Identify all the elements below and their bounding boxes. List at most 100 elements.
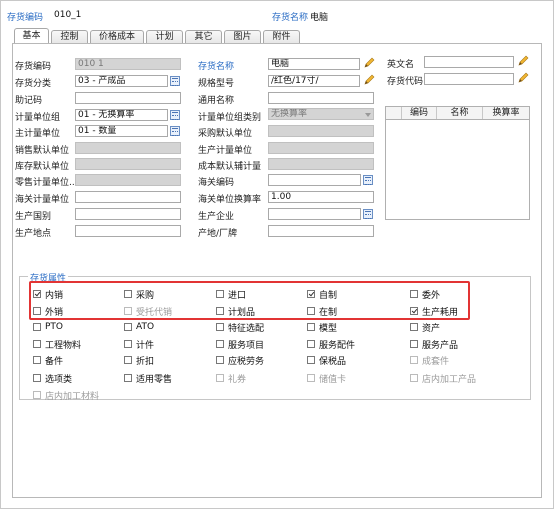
checkbox-icon[interactable]	[410, 323, 418, 331]
checkbox-icon[interactable]	[410, 340, 418, 348]
category-picker-icon[interactable]	[170, 76, 180, 86]
field-label: 库存默认单位	[15, 162, 70, 172]
field-label: 英文名	[387, 60, 415, 70]
checkbox-icon[interactable]	[124, 356, 132, 364]
attribute-checkbox[interactable]: 委外	[410, 288, 440, 301]
tab-price-cost[interactable]: 价格成本	[90, 30, 144, 44]
field-label: 存货代码	[387, 77, 424, 87]
checkbox-icon[interactable]	[124, 290, 132, 298]
production-site-field[interactable]	[75, 225, 181, 237]
tab-basic[interactable]: 基本	[14, 28, 49, 44]
checkbox-icon[interactable]	[124, 323, 132, 331]
checkbox-icon[interactable]	[124, 340, 132, 348]
attribute-checkbox[interactable]: 备件	[33, 354, 63, 367]
field-label: 助记码	[15, 96, 43, 106]
edit-name-pencil-icon[interactable]	[363, 57, 375, 69]
attribute-checkbox[interactable]: 计划品	[216, 305, 255, 318]
main-unit-field[interactable]: 01 - 数量	[75, 125, 168, 137]
english-name-field[interactable]	[424, 56, 514, 68]
checkbox-checked-icon[interactable]	[33, 290, 41, 298]
attribute-checkbox[interactable]: 外销	[33, 305, 64, 318]
grid-column-header[interactable]: 换算率	[483, 107, 529, 119]
field-label: 主计量单位	[15, 129, 61, 139]
inventory-category-field[interactable]: 03 - 产成品	[75, 75, 168, 87]
attribute-checkbox-label: 礼券	[228, 374, 247, 385]
checkbox-icon[interactable]	[33, 307, 41, 315]
grid-column-header[interactable]: 编码	[402, 107, 437, 119]
checkbox-icon[interactable]	[410, 290, 418, 298]
checkbox-icon[interactable]	[33, 356, 41, 364]
tab-image[interactable]: 图片	[224, 30, 261, 44]
origin-brand-field[interactable]	[268, 225, 374, 237]
attribute-checkbox[interactable]: 内销	[33, 288, 63, 301]
attribute-checkbox[interactable]: 采购	[124, 288, 154, 301]
customs-code-field[interactable]	[268, 174, 361, 186]
grid-column-header[interactable]: 名称	[437, 107, 483, 119]
attribute-checkbox[interactable]: 工程物料	[33, 338, 81, 351]
attribute-checkbox[interactable]: 服务配件	[307, 338, 355, 351]
attribute-checkbox[interactable]: 计件	[124, 338, 154, 351]
attribute-checkbox[interactable]: ATO	[124, 321, 154, 333]
checkbox-icon[interactable]	[307, 356, 315, 364]
checkbox-icon[interactable]	[216, 323, 224, 331]
customs-conversion-rate-field[interactable]: 1.00	[268, 191, 374, 203]
customs-unit-field[interactable]	[75, 191, 181, 203]
unit-group-field[interactable]: 01 - 无换算率	[75, 109, 168, 121]
attribute-checkbox-label: 店内加工产品	[422, 374, 477, 385]
attribute-checkbox[interactable]: 资产	[410, 321, 440, 334]
checkbox-icon[interactable]	[216, 307, 224, 315]
spec-model-field[interactable]: /红色/17寸/	[268, 75, 360, 87]
attribute-checkbox[interactable]: PTO	[33, 321, 63, 333]
attribute-checkbox[interactable]: 生产耗用	[410, 305, 458, 318]
checkbox-icon[interactable]	[216, 356, 224, 364]
attribute-checkbox[interactable]: 折扣	[124, 354, 154, 367]
attribute-checkbox[interactable]: 进口	[216, 288, 246, 301]
customs-code-picker-icon[interactable]	[363, 175, 373, 185]
manufacturer-field[interactable]	[268, 208, 361, 220]
field-label: 生产国别	[15, 212, 52, 222]
tab-other[interactable]: 其它	[185, 30, 222, 44]
unit-group-picker-icon[interactable]	[170, 110, 180, 120]
manufacturer-picker-icon[interactable]	[363, 209, 373, 219]
edit-inventory-code-pencil-icon[interactable]	[517, 72, 529, 84]
checkbox-icon[interactable]	[307, 323, 315, 331]
checkbox-icon[interactable]	[216, 340, 224, 348]
retail-unit-field	[75, 174, 181, 186]
checkbox-icon[interactable]	[216, 290, 224, 298]
attribute-checkbox[interactable]: 服务产品	[410, 338, 458, 351]
attribute-checkbox-label: 服务项目	[228, 340, 265, 351]
mnemonic-code-field[interactable]	[75, 92, 181, 104]
attribute-checkbox[interactable]: 选项类	[33, 372, 72, 385]
attribute-checkbox[interactable]: 保税品	[307, 354, 346, 367]
attribute-checkbox-label: 外销	[45, 307, 64, 318]
tab-attachment[interactable]: 附件	[263, 30, 300, 44]
country-of-origin-field[interactable]	[75, 208, 181, 220]
attribute-checkbox[interactable]: 服务项目	[216, 338, 265, 351]
checkbox-icon[interactable]	[33, 323, 41, 331]
checkbox-icon[interactable]	[307, 307, 315, 315]
attribute-checkbox[interactable]: 在制	[307, 305, 337, 318]
checkbox-icon[interactable]	[33, 374, 41, 382]
attribute-checkbox[interactable]: 特征选配	[216, 321, 265, 334]
attribute-checkbox[interactable]: 应税劳务	[216, 354, 264, 367]
attribute-checkbox[interactable]: 适用零售	[124, 372, 172, 385]
checkbox-icon[interactable]	[307, 340, 315, 348]
attribute-checkbox[interactable]: 自制	[307, 288, 337, 301]
generic-name-field[interactable]	[268, 92, 374, 104]
edit-english-name-pencil-icon[interactable]	[517, 55, 529, 67]
checkbox-icon[interactable]	[124, 374, 132, 382]
purchase-default-unit-field	[268, 125, 374, 137]
attribute-checkbox[interactable]: 模型	[307, 321, 337, 334]
checkbox-checked-icon[interactable]	[307, 290, 315, 298]
checkbox-checked-icon[interactable]	[410, 307, 418, 315]
unit-conversion-grid[interactable]: 编码 名称 换算率	[385, 106, 530, 220]
attribute-checkbox-label: 特征选配	[228, 323, 265, 334]
checkbox-icon[interactable]	[33, 340, 41, 348]
inventory-name-field[interactable]: 电脑	[268, 58, 360, 70]
inventory-code-alt-field[interactable]	[424, 73, 514, 85]
field-label: 规格型号	[198, 79, 235, 89]
main-unit-picker-icon[interactable]	[170, 126, 180, 136]
tab-control[interactable]: 控制	[51, 30, 88, 44]
tab-plan[interactable]: 计划	[146, 30, 183, 44]
edit-spec-pencil-icon[interactable]	[363, 74, 375, 86]
